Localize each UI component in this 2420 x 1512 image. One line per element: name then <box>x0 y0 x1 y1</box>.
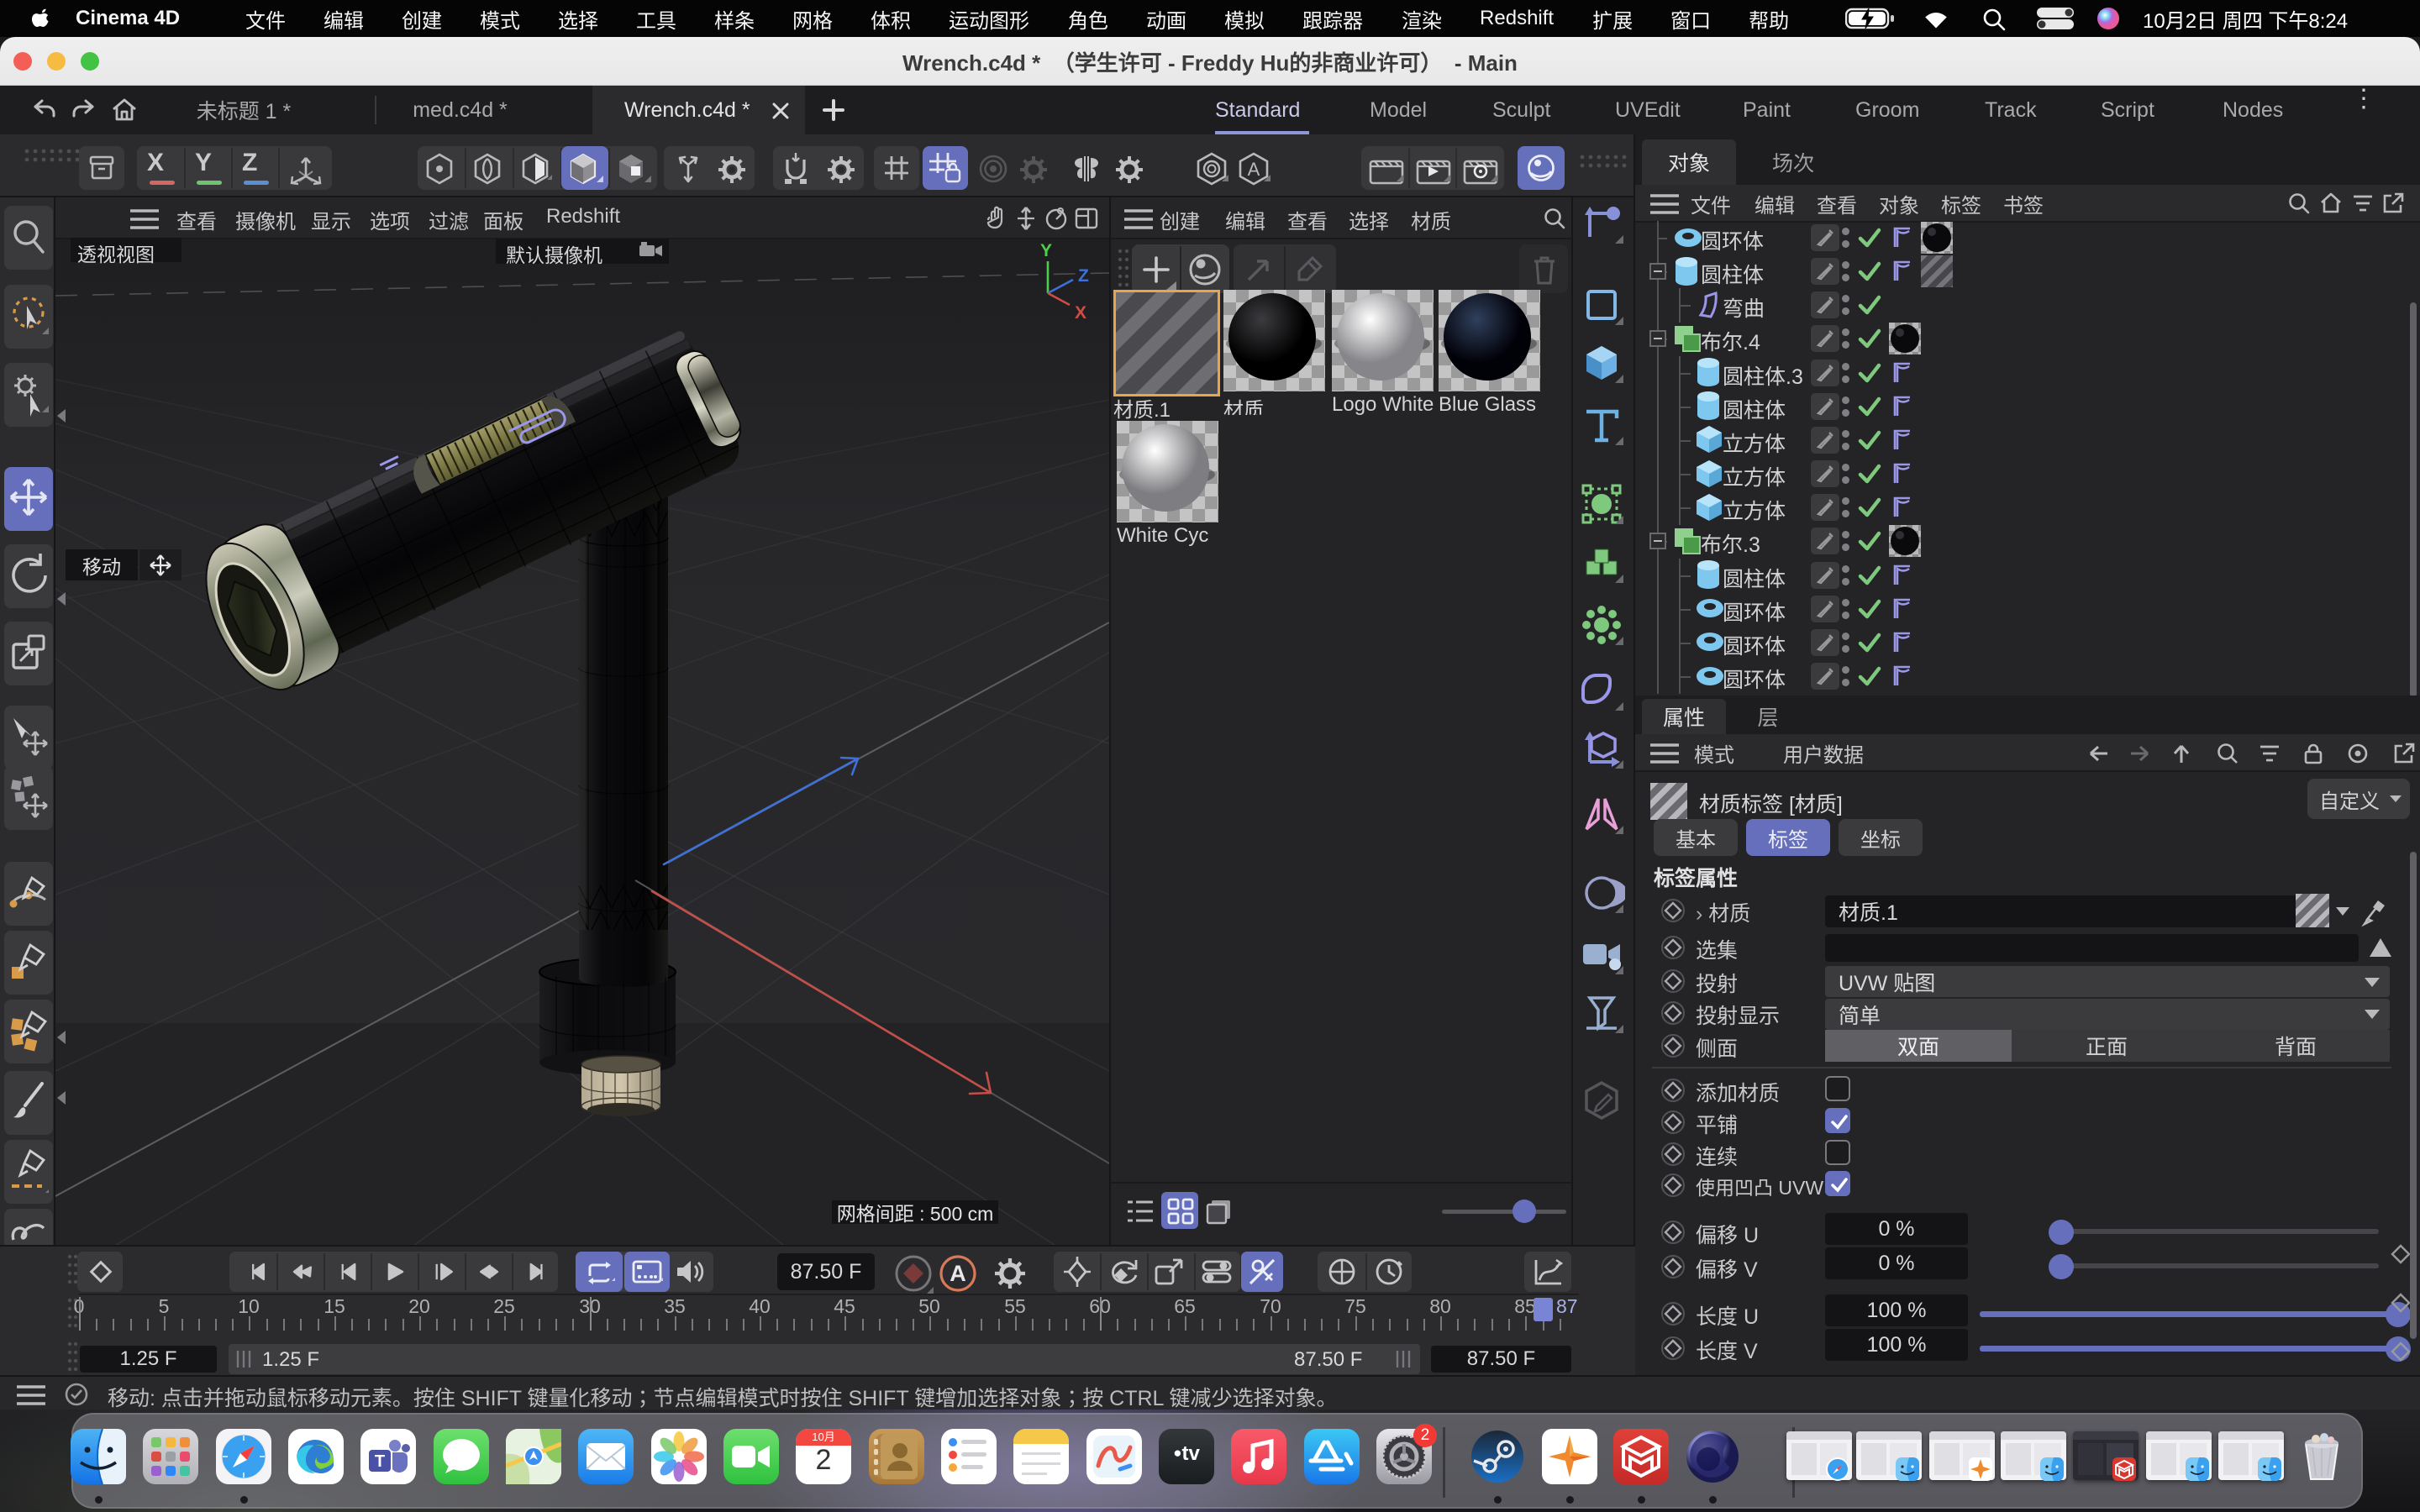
svg-text:A: A <box>1248 159 1260 180</box>
svg-text:Z: Z <box>1078 266 1089 286</box>
svg-text:T: T <box>375 1452 385 1471</box>
svg-text:Y: Y <box>1040 241 1052 260</box>
svg-text:A: A <box>950 1261 966 1286</box>
svg-text:X: X <box>1075 303 1086 323</box>
